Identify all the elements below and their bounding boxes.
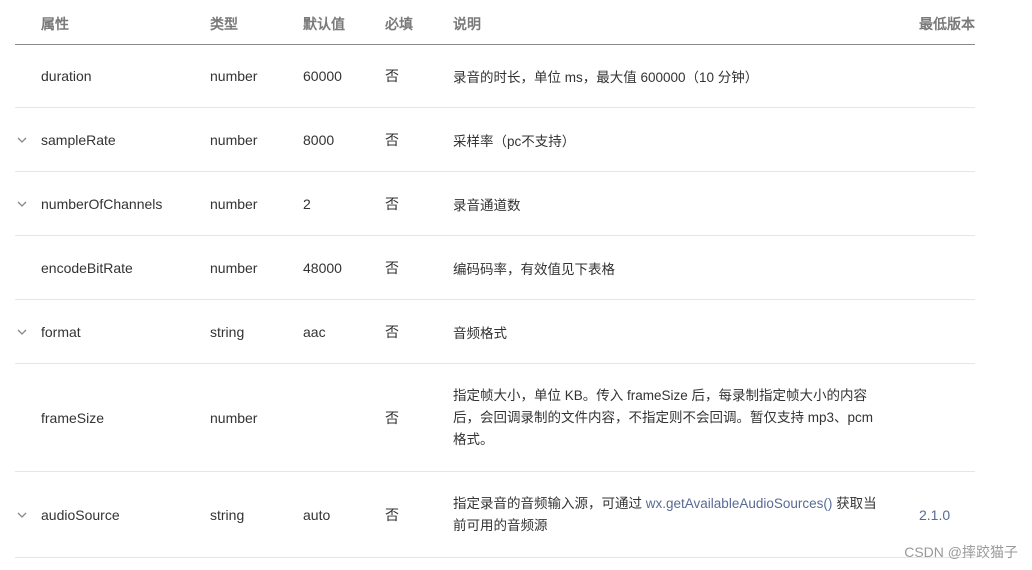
chevron-down-icon[interactable] <box>15 133 29 147</box>
table-row: frameSize number 否 指定帧大小，单位 KB。传入 frameS… <box>15 364 975 472</box>
property-name: duration <box>41 68 92 84</box>
chevron-down-icon[interactable] <box>15 197 29 211</box>
table-row: encodeBitRate number 48000 否 编码码率，有效值见下表… <box>15 236 975 300</box>
header-type: 类型 <box>210 16 238 32</box>
property-default: 48000 <box>303 259 342 276</box>
property-required: 否 <box>385 131 399 148</box>
description-text: 指定录音的音频输入源，可通过 <box>453 495 646 511</box>
table-row[interactable]: format string aac 否 音频格式 <box>15 300 975 364</box>
property-name: format <box>41 323 81 340</box>
property-description: 指定录音的音频输入源，可通过 wx.getAvailableAudioSourc… <box>453 493 883 537</box>
property-required: 否 <box>385 409 399 426</box>
header-description: 说明 <box>453 16 481 32</box>
header-default: 默认值 <box>303 16 345 32</box>
property-default: 8000 <box>303 131 335 148</box>
table-row: duration number 60000 否 录音的时长，单位 ms，最大值 … <box>15 45 975 108</box>
watermark: CSDN @摔跤猫子 <box>904 544 1018 560</box>
table-header: 属性 类型 默认值 必填 说明 最低版本 <box>15 0 975 45</box>
property-name: sampleRate <box>41 131 116 148</box>
property-description: 录音的时长，单位 ms，最大值 600000（10 分钟） <box>453 70 759 85</box>
table-row[interactable]: sampleRate number 8000 否 采样率（pc不支持） <box>15 108 975 172</box>
api-link[interactable]: wx.getAvailableAudioSources() <box>646 496 833 511</box>
property-description: 采样率（pc不支持） <box>453 133 576 149</box>
property-description: 编码码率，有效值见下表格 <box>453 261 615 277</box>
property-required: 否 <box>385 506 399 523</box>
header-name: 属性 <box>41 16 69 32</box>
property-description: 指定帧大小，单位 KB。传入 frameSize 后，每录制指定帧大小的内容后，… <box>453 387 874 447</box>
header-version: 最低版本 <box>919 16 975 32</box>
property-name: audioSource <box>41 506 120 523</box>
property-required: 否 <box>385 259 399 276</box>
property-name: numberOfChannels <box>41 195 163 212</box>
property-type: number <box>210 409 258 426</box>
property-type: number <box>210 131 258 148</box>
table-row[interactable]: audioSource string auto 否 指定录音的音频输入源，可通过… <box>15 472 975 558</box>
property-version[interactable]: 2.1.0 <box>919 507 950 523</box>
property-required: 否 <box>385 323 399 340</box>
property-name: frameSize <box>41 409 105 426</box>
property-type: string <box>210 323 245 340</box>
property-type: number <box>210 259 258 276</box>
property-type: number <box>210 195 258 212</box>
property-required: 否 <box>385 195 399 212</box>
property-type: number <box>210 68 258 84</box>
table-row[interactable]: numberOfChannels number 2 否 录音通道数 <box>15 172 975 236</box>
property-required: 否 <box>385 68 399 84</box>
properties-table: 属性 类型 默认值 必填 说明 最低版本 duration number 600… <box>15 0 975 558</box>
property-description: 音频格式 <box>453 325 507 341</box>
chevron-down-icon[interactable] <box>15 508 29 522</box>
property-default: 2 <box>303 195 311 212</box>
chevron-down-icon[interactable] <box>15 325 29 339</box>
header-required: 必填 <box>385 16 413 32</box>
property-default: aac <box>303 323 326 340</box>
property-type: string <box>210 506 245 523</box>
property-default: auto <box>303 506 331 523</box>
property-name: encodeBitRate <box>41 259 133 276</box>
property-description: 录音通道数 <box>453 197 521 213</box>
property-default: 60000 <box>303 68 342 84</box>
